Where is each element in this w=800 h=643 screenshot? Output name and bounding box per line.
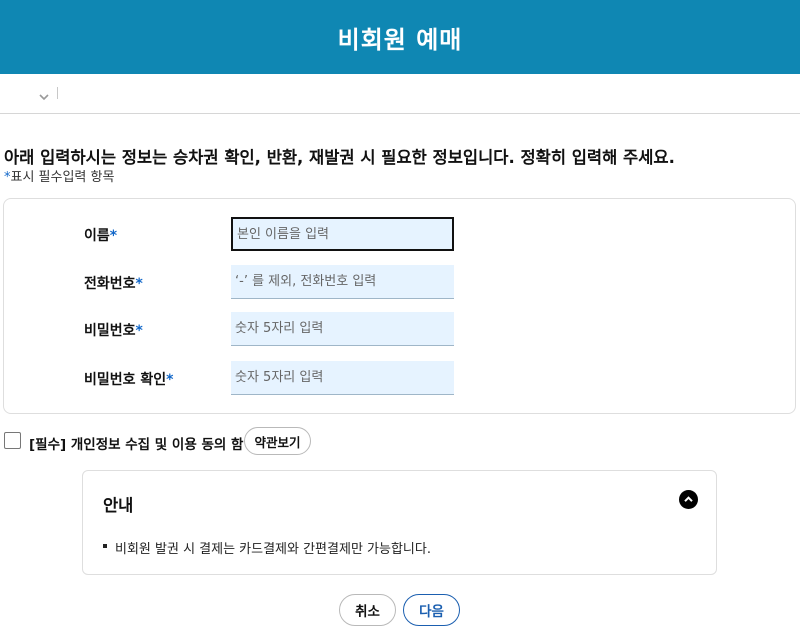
info-title: 안내 — [103, 496, 134, 515]
privacy-agreement-label[interactable]: [필수] 개인정보 수집 및 이용 동의 함 — [29, 433, 243, 453]
privacy-agreement-checkbox[interactable] — [4, 432, 21, 449]
phone-input[interactable] — [231, 265, 454, 299]
name-input[interactable] — [231, 217, 454, 251]
phone-row: 전화번호* — [4, 265, 795, 301]
info-panel: 안내 비회원 발권 시 결제는 카드결제와 간편결제만 가능합니다. — [82, 470, 717, 575]
password-confirm-label: 비밀번호 확인* — [84, 372, 174, 388]
page-header: 비회원 예매 — [0, 0, 800, 74]
info-item: 비회원 발권 시 결제는 카드결제와 간편결제만 가능합니다. — [115, 542, 431, 557]
intro-notice: 아래 입력하시는 정보는 승차권 확인, 반환, 재발권 시 필요한 정보입니다… — [4, 148, 675, 167]
chevron-down-icon[interactable] — [38, 88, 50, 101]
page-title: 비회원 예매 — [337, 25, 463, 54]
password-confirm-input[interactable] — [231, 361, 454, 395]
next-button[interactable]: 다음 — [403, 594, 460, 626]
sub-navigation-bar — [0, 74, 800, 114]
chevron-up-icon[interactable] — [679, 490, 698, 509]
name-label: 이름* — [84, 228, 118, 244]
password-label: 비밀번호* — [84, 323, 143, 339]
required-field-note: *표시 필수입력 항목 — [4, 166, 114, 185]
divider — [57, 87, 58, 99]
cancel-button[interactable]: 취소 — [339, 594, 396, 626]
customer-info-form: 이름* 전화번호* 비밀번호* 비밀번호 확인* — [3, 198, 796, 414]
password-row: 비밀번호* — [4, 312, 795, 348]
view-terms-button[interactable]: 약관보기 — [244, 427, 311, 455]
name-row: 이름* — [4, 217, 795, 253]
password-confirm-row: 비밀번호 확인* — [4, 361, 795, 397]
bullet-icon — [103, 544, 107, 548]
required-note-text: 표시 필수입력 항목 — [10, 170, 115, 185]
password-input[interactable] — [231, 312, 454, 346]
phone-label: 전화번호* — [84, 276, 143, 292]
